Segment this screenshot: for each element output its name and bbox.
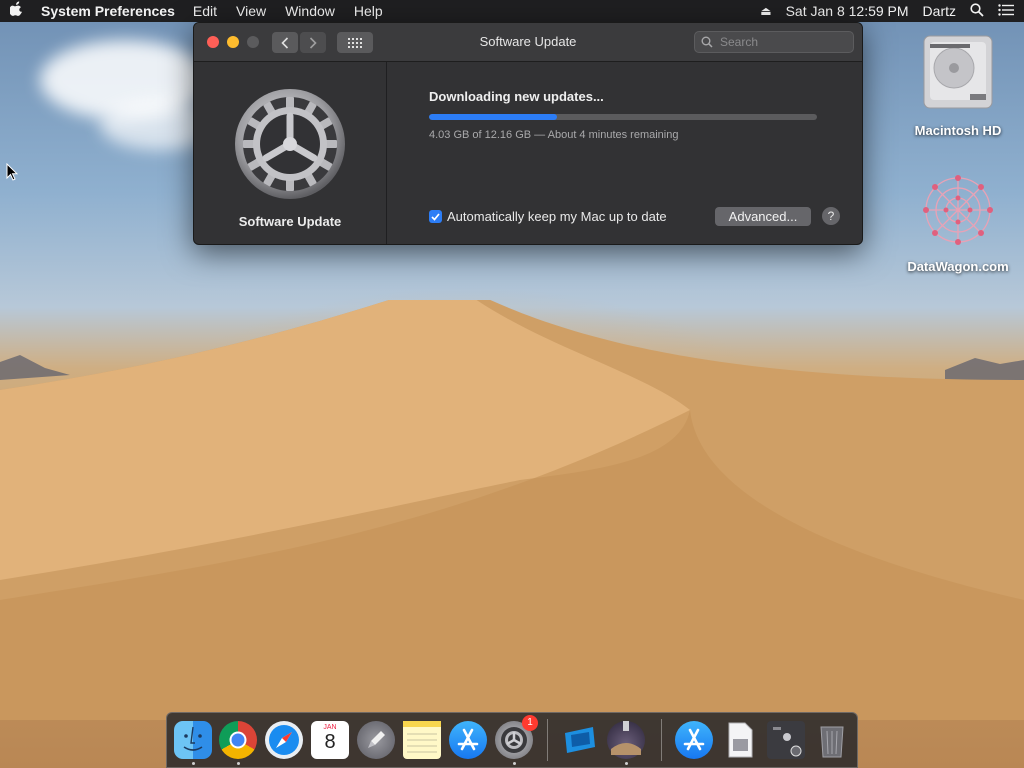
- dock-document-icon[interactable]: [721, 721, 759, 759]
- calendar-day: 8: [324, 731, 336, 753]
- dock-trash-icon[interactable]: [813, 721, 851, 759]
- progress-detail: 4.03 GB of 12.16 GB — About 4 minutes re…: [429, 129, 679, 141]
- dock-system-preferences-icon[interactable]: 1: [495, 715, 538, 759]
- menu-extras: ⏏ Sat Jan 8 12:59 PM Dartz: [746, 2, 1014, 20]
- advanced-button[interactable]: Advanced...: [715, 207, 811, 226]
- auto-update-checkbox[interactable]: [429, 210, 442, 223]
- dock-app-store-icon[interactable]: [449, 721, 487, 759]
- mountains: [0, 300, 1024, 720]
- dock-finder-icon[interactable]: [174, 721, 212, 759]
- eject-icon[interactable]: ⏏: [760, 4, 771, 18]
- sidebar: Software Update: [194, 62, 387, 244]
- dock-separator: [547, 719, 548, 761]
- dock-separator: [661, 719, 662, 761]
- menu-view[interactable]: View: [236, 0, 266, 22]
- checkmark-icon: [431, 212, 440, 221]
- desktop-icon-label: DataWagon.com: [907, 259, 1009, 274]
- dock-running-indicator: [625, 762, 628, 765]
- auto-update-label[interactable]: Automatically keep my Mac up to date: [447, 209, 667, 224]
- dock-app-store-downloads-icon[interactable]: [675, 721, 713, 759]
- download-progress-bar: [429, 114, 817, 120]
- desktop-icon-macintosh-hd[interactable]: Macintosh HD: [903, 32, 1013, 138]
- dock-remote-desktop-icon[interactable]: [561, 721, 599, 759]
- dock-running-indicator: [513, 762, 516, 765]
- apple-menu-icon[interactable]: [9, 0, 23, 22]
- dock-running-indicator: [192, 762, 195, 765]
- dock-launchpad-icon[interactable]: [357, 721, 395, 759]
- update-panel: Downloading new updates... 4.03 GB of 12…: [387, 62, 862, 244]
- desktop-icon-datawagon[interactable]: DataWagon.com: [903, 170, 1013, 274]
- menu-app-name[interactable]: System Preferences: [41, 0, 175, 22]
- mouse-cursor-icon: [6, 163, 18, 181]
- dock-chrome-icon[interactable]: [219, 721, 257, 759]
- dock-running-indicator: [237, 762, 240, 765]
- desktop-icon-label: Macintosh HD: [914, 123, 1002, 138]
- sidebar-label: Software Update: [238, 214, 342, 229]
- search-input[interactable]: [718, 34, 842, 50]
- progress-fill: [429, 114, 558, 120]
- auto-update-option[interactable]: Automatically keep my Mac up to date: [429, 209, 667, 224]
- notification-center-icon[interactable]: [998, 3, 1014, 19]
- dock-mojave-installer-icon[interactable]: [607, 721, 645, 759]
- notification-badge: 1: [522, 715, 538, 731]
- dock-calendar-icon[interactable]: JAN 8: [311, 721, 349, 759]
- dock-notes-icon[interactable]: [403, 721, 441, 759]
- spotlight-icon[interactable]: [970, 2, 984, 20]
- software-update-window: Software Update Search Software Update D…: [193, 22, 863, 245]
- menu-window[interactable]: Window: [285, 0, 335, 22]
- datawagon-logo-icon: [923, 175, 993, 245]
- dock-safari-icon[interactable]: [265, 721, 303, 759]
- search-field[interactable]: [694, 31, 854, 53]
- software-update-gear-icon: [234, 88, 346, 200]
- title-bar[interactable]: Software Update: [194, 23, 862, 62]
- calendar-month: JAN: [323, 724, 337, 731]
- hard-drive-icon: [923, 35, 993, 109]
- menu-bar: System Preferences Edit View Window Help…: [0, 0, 1024, 22]
- search-icon: [701, 36, 713, 48]
- dock-folder-icon[interactable]: [767, 721, 805, 759]
- menubar-clock[interactable]: Sat Jan 8 12:59 PM: [786, 3, 909, 19]
- dock: JAN 8 1: [166, 712, 858, 768]
- user-menu[interactable]: Dartz: [923, 3, 956, 19]
- update-status: Downloading new updates...: [429, 89, 604, 104]
- menu-edit[interactable]: Edit: [193, 0, 217, 22]
- menu-help[interactable]: Help: [354, 0, 383, 22]
- help-button[interactable]: ?: [822, 207, 840, 225]
